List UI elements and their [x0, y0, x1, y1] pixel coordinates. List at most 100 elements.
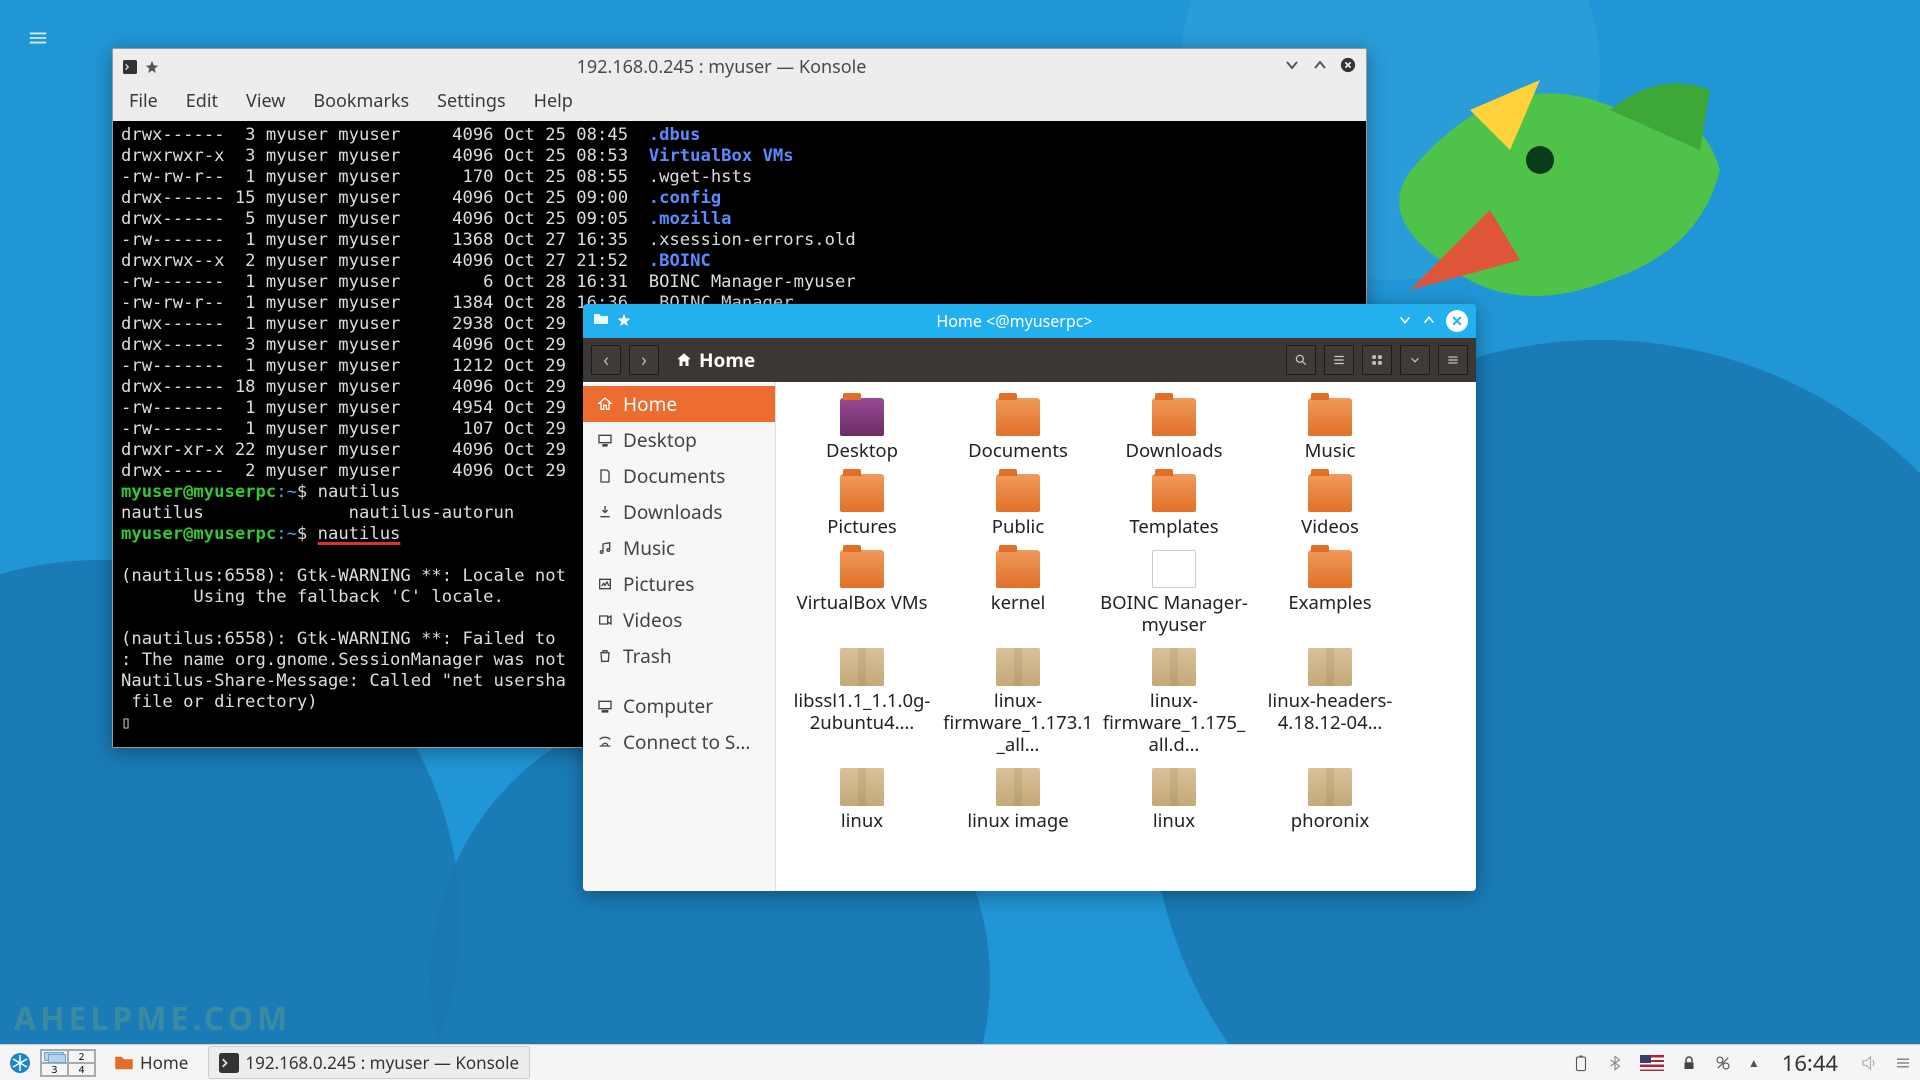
sidebar-item-videos[interactable]: Videos — [583, 602, 775, 638]
pager-desktop-2[interactable]: 2 — [68, 1050, 95, 1063]
file-item[interactable]: kernel — [940, 550, 1096, 636]
view-list-button[interactable] — [1324, 345, 1354, 375]
sidebar-item-computer[interactable]: Computer — [583, 688, 775, 724]
home-icon — [597, 396, 613, 412]
view-options-button[interactable] — [1400, 345, 1430, 375]
sidebar-item-home[interactable]: Home — [583, 386, 775, 422]
battery-icon[interactable] — [1572, 1054, 1590, 1072]
sidebar-item-trash[interactable]: Trash — [583, 638, 775, 674]
home-icon — [675, 351, 693, 369]
file-label: Pictures — [827, 516, 897, 538]
clipboard-icon[interactable] — [1714, 1054, 1732, 1072]
package-icon — [840, 648, 884, 686]
nautilus-window-title: Home <@myuserpc> — [631, 310, 1398, 332]
folder-icon — [996, 398, 1040, 436]
menu-help[interactable]: Help — [534, 89, 573, 113]
file-label: phoronix — [1291, 810, 1369, 832]
hamburger-menu-button[interactable] — [1438, 345, 1468, 375]
minimize-button[interactable] — [1284, 56, 1300, 78]
search-button[interactable] — [1286, 345, 1316, 375]
view-grid-button[interactable] — [1362, 345, 1392, 375]
panel-menu-icon[interactable] — [1894, 1054, 1912, 1072]
file-item[interactable]: phoronix — [1252, 768, 1408, 832]
file-item[interactable]: VirtualBox VMs — [784, 550, 940, 636]
pin-icon[interactable] — [617, 310, 631, 332]
nautilus-titlebar[interactable]: Home <@myuserpc> ✕ — [583, 304, 1476, 338]
menu-view[interactable]: View — [246, 89, 285, 113]
file-label: Documents — [968, 440, 1068, 462]
file-item[interactable]: linux — [1096, 768, 1252, 832]
minimize-button[interactable] — [1398, 310, 1412, 332]
file-label: Videos — [1301, 516, 1359, 538]
file-label: linux-firmware_1.173.1_all… — [943, 690, 1093, 756]
file-item[interactable]: Pictures — [784, 474, 940, 538]
maximize-button[interactable] — [1312, 56, 1328, 78]
pathbar[interactable]: Home — [675, 347, 755, 373]
file-item[interactable]: linux — [784, 768, 940, 832]
nav-forward-button[interactable]: › — [629, 345, 659, 375]
bluetooth-icon[interactable] — [1606, 1054, 1624, 1072]
desktop-icon — [597, 432, 613, 448]
volume-icon[interactable] — [1860, 1054, 1878, 1072]
file-item[interactable]: Templates — [1096, 474, 1252, 538]
lock-icon[interactable] — [1680, 1054, 1698, 1072]
close-button[interactable]: ✕ — [1446, 310, 1468, 332]
system-tray: ▲ 16:44 — [1572, 1048, 1912, 1078]
path-label: Home — [699, 347, 755, 373]
menu-settings[interactable]: Settings — [437, 89, 506, 113]
sidebar-item-documents[interactable]: Documents — [583, 458, 775, 494]
sidebar-item-pictures[interactable]: Pictures — [583, 566, 775, 602]
folder-icon — [840, 550, 884, 588]
pager-desktop-1[interactable]: 1 — [41, 1050, 68, 1063]
downloads-icon — [597, 504, 613, 520]
kde-start-button[interactable] — [8, 1051, 32, 1075]
taskbar-entry[interactable]: 192.168.0.245 : myuser — Konsole — [208, 1046, 530, 1079]
maximize-button[interactable] — [1422, 310, 1436, 332]
document-icon — [1152, 550, 1196, 588]
file-item[interactable]: BOINC Manager-myuser — [1096, 550, 1252, 636]
sidebar-item-downloads[interactable]: Downloads — [583, 494, 775, 530]
konsole-titlebar[interactable]: 192.168.0.245 : myuser — Konsole — [113, 49, 1366, 85]
file-label: linux — [1153, 810, 1195, 832]
nav-back-button[interactable]: ‹ — [591, 345, 621, 375]
file-item[interactable]: linux-headers-4.18.12-04… — [1252, 648, 1408, 756]
file-label: Downloads — [1126, 440, 1223, 462]
file-item[interactable]: Desktop — [784, 398, 940, 462]
desktop-pager[interactable]: 1 2 3 4 — [40, 1049, 96, 1077]
file-item[interactable]: Examples — [1252, 550, 1408, 636]
konsole-window-title: 192.168.0.245 : myuser — Konsole — [159, 55, 1284, 79]
terminal-icon — [123, 60, 137, 74]
sidebar-item-connecttos[interactable]: Connect to S… — [583, 724, 775, 760]
taskbar-entry[interactable]: Home — [104, 1046, 198, 1079]
file-item[interactable]: linux-firmware_1.173.1_all… — [940, 648, 1096, 756]
sidebar-item-music[interactable]: Music — [583, 530, 775, 566]
keyboard-layout-icon[interactable] — [1640, 1055, 1664, 1071]
watermark: AHELPME.COM — [14, 997, 291, 1040]
pager-desktop-3[interactable]: 3 — [41, 1063, 68, 1076]
file-item[interactable]: Documents — [940, 398, 1096, 462]
file-label: VirtualBox VMs — [797, 592, 928, 614]
app-launcher[interactable] — [20, 20, 56, 56]
file-label: linux-headers-4.18.12-04… — [1255, 690, 1405, 734]
menu-edit[interactable]: Edit — [186, 89, 218, 113]
file-item[interactable]: linux image — [940, 768, 1096, 832]
nautilus-file-grid[interactable]: Desktop Documents Downloads Music Pictures Pu… — [776, 382, 1476, 891]
menu-bookmarks[interactable]: Bookmarks — [313, 89, 409, 113]
package-icon — [996, 648, 1040, 686]
taskbar-clock[interactable]: 16:44 — [1776, 1048, 1844, 1078]
file-item[interactable]: linux-firmware_1.175_all.d… — [1096, 648, 1252, 756]
nautilus-window: Home <@myuserpc> ✕ ‹ › Home HomeDesktopD… — [583, 304, 1476, 891]
file-item[interactable]: Downloads — [1096, 398, 1252, 462]
tray-expand-icon[interactable]: ▲ — [1748, 1054, 1760, 1071]
sidebar-item-desktop[interactable]: Desktop — [583, 422, 775, 458]
file-item[interactable]: Videos — [1252, 474, 1408, 538]
pin-icon[interactable] — [145, 60, 159, 74]
close-button[interactable] — [1340, 56, 1356, 78]
file-item[interactable]: Music — [1252, 398, 1408, 462]
file-item[interactable]: Public — [940, 474, 1096, 538]
file-item[interactable]: libssl1.1_1.1.0g-2ubuntu4.… — [784, 648, 940, 756]
taskbar: 1 2 3 4 Home 192.168.0.245 : myuser — Kon… — [0, 1044, 1920, 1080]
folder-icon — [996, 550, 1040, 588]
menu-file[interactable]: File — [129, 89, 158, 113]
pager-desktop-4[interactable]: 4 — [68, 1063, 95, 1076]
